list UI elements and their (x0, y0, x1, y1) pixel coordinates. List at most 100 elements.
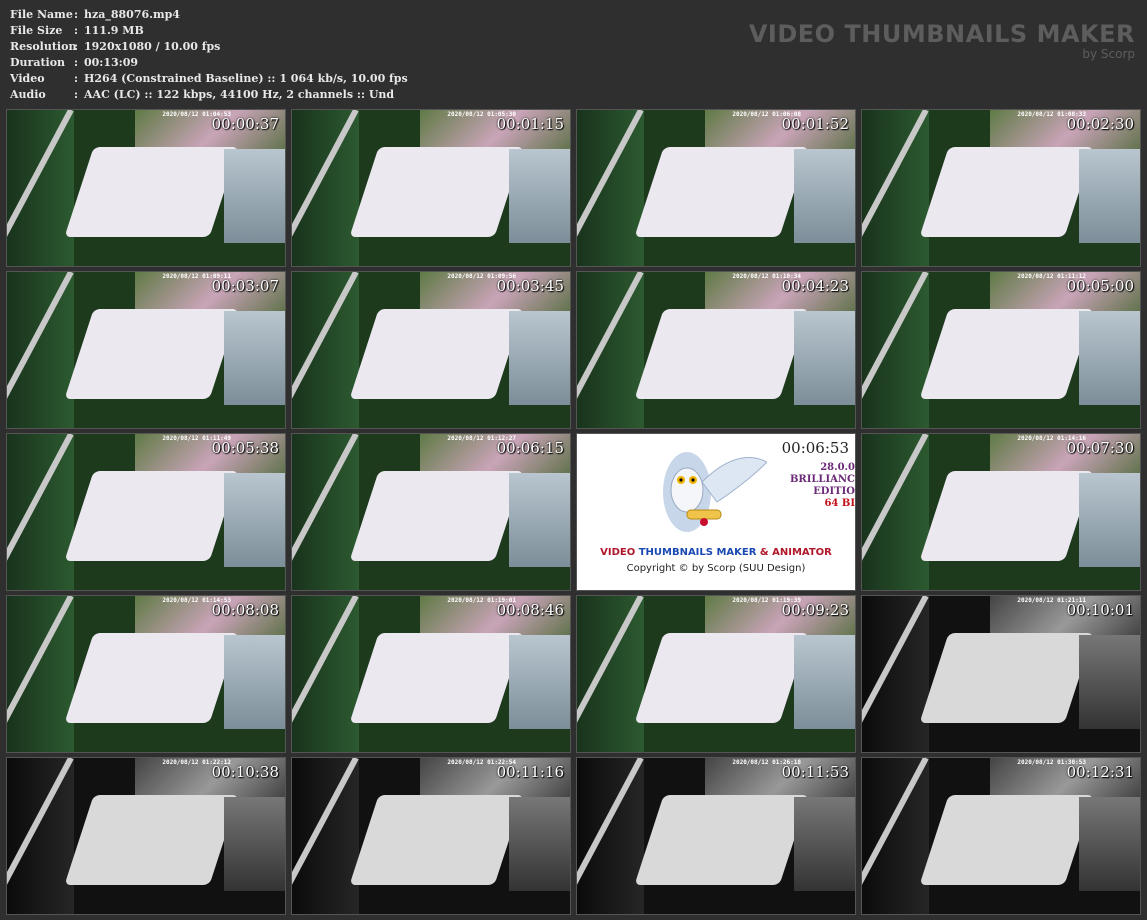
curtain (292, 110, 359, 266)
timecode: 00:07:30 (1066, 439, 1134, 457)
timecode: 00:05:38 (211, 439, 279, 457)
bed (64, 795, 239, 886)
video-thumbnail: 2020/08/12 01:19:39 00:09:23 (576, 595, 856, 753)
balcony-wall (1078, 797, 1140, 891)
video-thumbnail: 2020/08/12 01:11:49 00:05:38 (6, 433, 286, 591)
timecode: 00:06:53 (781, 439, 849, 457)
timecode: 00:10:01 (1066, 601, 1134, 619)
balcony-wall (508, 635, 570, 729)
file-info-panel: File Name: hza_88076.mp4 File Size:111.9 … (10, 7, 408, 103)
curtain (7, 758, 74, 914)
edition-line: BRILLIANC (789, 474, 855, 485)
curtain (862, 434, 929, 590)
video-thumbnail: 2020/08/12 01:14:53 00:08:08 (6, 595, 286, 753)
timecode: 00:11:53 (781, 763, 849, 781)
balcony-wall (793, 149, 855, 243)
bed (349, 309, 524, 400)
info-value: H264 (Constrained Baseline) :: 1 064 kb/… (84, 72, 408, 85)
info-row-resolution: Resolution:1920x1080 / 10.00 fps (10, 40, 221, 53)
balcony-wall (508, 149, 570, 243)
bed (64, 471, 239, 562)
balcony-wall (793, 635, 855, 729)
balcony-wall (1078, 149, 1140, 243)
bed (634, 633, 809, 724)
timecode: 00:11:16 (496, 763, 564, 781)
timecode: 00:03:45 (496, 277, 564, 295)
video-thumbnail: 2020/08/12 01:10:34 00:04:23 (576, 271, 856, 429)
bed (919, 147, 1094, 238)
timecode: 00:03:07 (211, 277, 279, 295)
bed (919, 471, 1094, 562)
video-thumbnail: 2020/08/12 01:06:08 00:01:52 (576, 109, 856, 267)
bits-text: 64 BI (824, 498, 855, 509)
bed (919, 309, 1094, 400)
timecode: 00:02:30 (1066, 115, 1134, 133)
info-label: Video (10, 72, 45, 85)
video-thumbnail: 2020/08/12 01:19:01 00:08:46 (291, 595, 571, 753)
info-row-audio: Audio: AAC (LC) :: 122 kbps, 44100 Hz, 2 … (10, 88, 395, 101)
balcony-wall (508, 473, 570, 567)
brand-subtitle: by Scorp (1082, 47, 1135, 61)
curtain (7, 596, 74, 752)
curtain (862, 110, 929, 266)
video-thumbnail: 2020/08/12 01:14:16 00:07:30 (861, 433, 1141, 591)
timecode: 00:08:46 (496, 601, 564, 619)
curtain (7, 110, 74, 266)
video-thumbnail: 2020/08/12 01:09:11 00:03:07 (6, 271, 286, 429)
bed (64, 147, 239, 238)
info-row-video: Video: H264 (Constrained Baseline) :: 1 0… (10, 72, 408, 85)
bed (919, 795, 1094, 886)
video-thumbnail: 2020/08/12 01:22:54 00:11:16 (291, 757, 571, 915)
curtain (7, 272, 74, 428)
curtain (862, 272, 929, 428)
timecode: 00:09:23 (781, 601, 849, 619)
balcony-wall (793, 797, 855, 891)
copyright-text: Copyright © by Scorp (SUU Design) (626, 563, 806, 574)
video-thumbnail: 2020/08/12 01:21:11 00:10:01 (861, 595, 1141, 753)
balcony-wall (508, 311, 570, 405)
curtain (862, 758, 929, 914)
bed (634, 147, 809, 238)
info-label: Audio (10, 88, 46, 101)
info-label: Duration (10, 56, 66, 69)
bed (349, 795, 524, 886)
bed (349, 147, 524, 238)
curtain (292, 758, 359, 914)
balcony-wall (223, 311, 285, 405)
balcony-wall (508, 797, 570, 891)
video-thumbnail: 2020/08/12 01:09:56 00:03:45 (291, 271, 571, 429)
info-row-duration: Duration:00:13:09 (10, 56, 139, 69)
owl-logo-icon (663, 452, 767, 532)
info-label: File Size (10, 24, 63, 37)
balcony-wall (223, 149, 285, 243)
video-thumbnail: 2020/08/12 01:22:12 00:10:38 (6, 757, 286, 915)
curtain (577, 272, 644, 428)
curtain (292, 272, 359, 428)
balcony-wall (1078, 635, 1140, 729)
timecode: 00:12:31 (1066, 763, 1134, 781)
bed (634, 309, 809, 400)
timecode: 00:00:37 (211, 115, 279, 133)
balcony-wall (793, 311, 855, 405)
product-name-part: & ANIMATOR (756, 547, 832, 558)
video-thumbnail: 2020/08/12 01:08:33 00:02:30 (861, 109, 1141, 267)
balcony-wall (223, 473, 285, 567)
curtain (577, 110, 644, 266)
video-thumbnail: 2020/08/12 01:04:53 00:00:37 (6, 109, 286, 267)
curtain (292, 596, 359, 752)
balcony-wall (223, 797, 285, 891)
timecode: 00:01:52 (781, 115, 849, 133)
curtain (862, 596, 929, 752)
info-value: 00:13:09 (84, 56, 139, 69)
brand-title: VIDEO THUMBNAILS MAKER (748, 20, 1135, 48)
bed (349, 633, 524, 724)
info-value: 111.9 MB (84, 24, 144, 37)
timecode: 00:08:08 (211, 601, 279, 619)
curtain (7, 434, 74, 590)
timecode: 00:10:38 (211, 763, 279, 781)
video-thumbnail: 2020/08/12 01:11:12 00:05:00 (861, 271, 1141, 429)
timecode: 00:05:00 (1066, 277, 1134, 295)
balcony-wall (223, 635, 285, 729)
video-thumbnail: 2020/08/12 01:26:18 00:11:53 (576, 757, 856, 915)
info-row-file-name: File Name: hza_88076.mp4 (10, 8, 180, 21)
